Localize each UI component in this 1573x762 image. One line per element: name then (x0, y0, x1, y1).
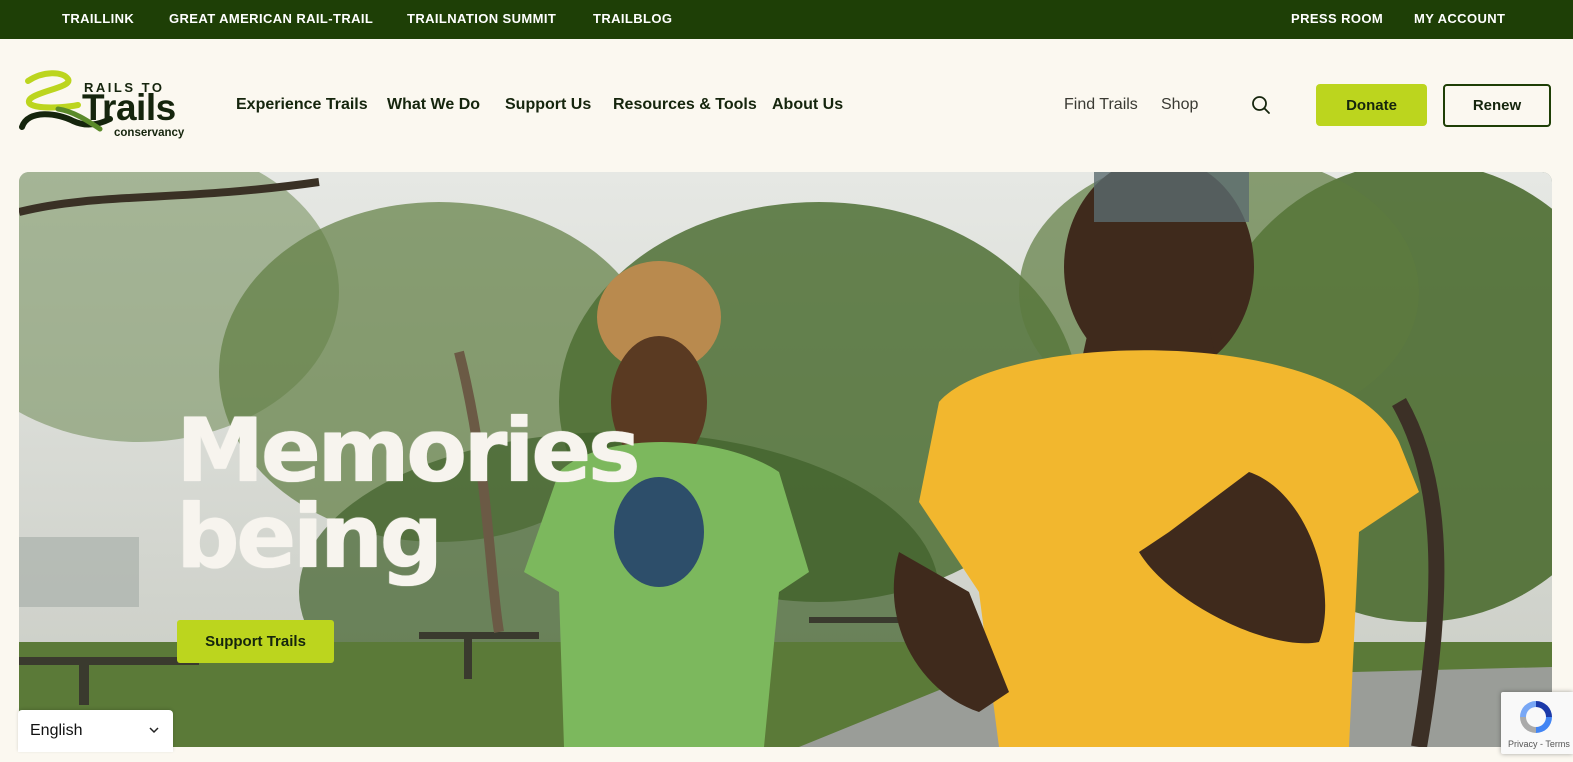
topbar-link-press-room[interactable]: PRESS ROOM (1291, 11, 1383, 26)
site-header: RAILS TO Trails conservancy Experience T… (0, 39, 1573, 171)
recaptcha-privacy-terms[interactable]: Privacy - Terms (1508, 739, 1570, 749)
recaptcha-badge[interactable]: Privacy - Terms (1501, 692, 1573, 754)
hero-banner: Memories being Support Trails (19, 172, 1552, 747)
nav-item-find-trails[interactable]: Find Trails (1064, 96, 1138, 114)
utility-bar: TRAILLINK GREAT AMERICAN RAIL-TRAIL TRAI… (0, 0, 1573, 39)
topbar-link-great-american-rail-trail[interactable]: GREAT AMERICAN RAIL-TRAIL (169, 11, 373, 26)
support-trails-button[interactable]: Support Trails (177, 620, 334, 663)
chevron-down-icon (149, 727, 159, 734)
language-selector[interactable]: English (18, 710, 173, 752)
language-selected-value: English (30, 722, 83, 739)
nav-item-what-we-do[interactable]: What We Do (387, 96, 480, 114)
recaptcha-icon (1520, 701, 1552, 733)
logo-text-trails: Trails (82, 87, 176, 128)
nav-item-support-us[interactable]: Support Us (505, 96, 591, 114)
donate-button[interactable]: Donate (1316, 84, 1427, 126)
topbar-link-trailnation-summit[interactable]: TRAILNATION SUMMIT (407, 11, 556, 26)
renew-button[interactable]: Renew (1443, 84, 1551, 127)
nav-item-shop[interactable]: Shop (1161, 96, 1198, 114)
search-icon[interactable] (1250, 94, 1272, 116)
logo-text-conservancy: conservancy (114, 127, 185, 139)
topbar-link-traillink[interactable]: TRAILLINK (62, 11, 134, 26)
nav-item-about-us[interactable]: About Us (772, 96, 843, 114)
hero-title-line2: being (176, 485, 442, 588)
topbar-link-my-account[interactable]: MY ACCOUNT (1414, 11, 1505, 26)
nav-item-experience-trails[interactable]: Experience Trails (236, 96, 368, 114)
topbar-link-trailblog[interactable]: TRAILBLOG (593, 11, 672, 26)
site-logo[interactable]: RAILS TO Trails conservancy (18, 69, 198, 144)
nav-item-resources-tools[interactable]: Resources & Tools (613, 96, 757, 114)
hero-title: Memories being (176, 407, 640, 581)
